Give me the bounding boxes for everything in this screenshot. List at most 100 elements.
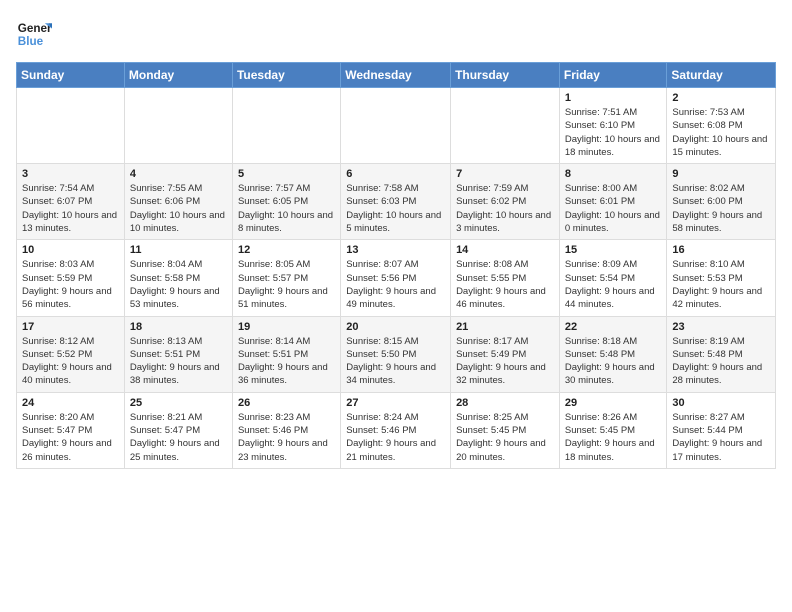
calendar-cell: [341, 88, 451, 164]
calendar-cell: 17 Sunrise: 8:12 AM Sunset: 5:52 PM Dayli…: [17, 316, 125, 392]
day-info: Sunrise: 8:05 AM Sunset: 5:57 PM Dayligh…: [238, 258, 335, 311]
day-info: Sunrise: 8:17 AM Sunset: 5:49 PM Dayligh…: [456, 335, 554, 388]
logo: General Blue: [16, 16, 56, 52]
weekday-header: Saturday: [667, 63, 776, 88]
calendar-cell: 3 Sunrise: 7:54 AM Sunset: 6:07 PM Daylig…: [17, 164, 125, 240]
day-number: 8: [565, 168, 662, 180]
day-info: Sunrise: 8:26 AM Sunset: 5:45 PM Dayligh…: [565, 411, 662, 464]
calendar-cell: 26Sunrise: 8:23 AM Sunset: 5:46 PM Dayli…: [232, 392, 340, 468]
calendar-cell: 9 Sunrise: 8:02 AM Sunset: 6:00 PM Daylig…: [667, 164, 776, 240]
day-number: 1: [565, 92, 662, 104]
day-info: Sunrise: 8:21 AM Sunset: 5:47 PM Dayligh…: [130, 411, 227, 464]
calendar-cell: 10Sunrise: 8:03 AM Sunset: 5:59 PM Dayli…: [17, 240, 125, 316]
day-info: Sunrise: 7:59 AM Sunset: 6:02 PM Dayligh…: [456, 182, 554, 235]
day-number: 25: [130, 397, 227, 409]
day-number: 11: [130, 244, 227, 256]
day-info: Sunrise: 8:04 AM Sunset: 5:58 PM Dayligh…: [130, 258, 227, 311]
weekday-header: Friday: [559, 63, 667, 88]
day-info: Sunrise: 8:19 AM Sunset: 5:48 PM Dayligh…: [672, 335, 770, 388]
day-info: Sunrise: 7:57 AM Sunset: 6:05 PM Dayligh…: [238, 182, 335, 235]
day-number: 5: [238, 168, 335, 180]
calendar-week-row: 1 Sunrise: 7:51 AM Sunset: 6:10 PM Daylig…: [17, 88, 776, 164]
day-number: 23: [672, 321, 770, 333]
calendar-header-row: SundayMondayTuesdayWednesdayThursdayFrid…: [17, 63, 776, 88]
day-info: Sunrise: 8:24 AM Sunset: 5:46 PM Dayligh…: [346, 411, 445, 464]
day-number: 9: [672, 168, 770, 180]
calendar-cell: 23 Sunrise: 8:19 AM Sunset: 5:48 PM Dayli…: [667, 316, 776, 392]
day-number: 12: [238, 244, 335, 256]
day-info: Sunrise: 8:02 AM Sunset: 6:00 PM Dayligh…: [672, 182, 770, 235]
day-number: 29: [565, 397, 662, 409]
day-number: 18: [130, 321, 227, 333]
svg-text:Blue: Blue: [18, 35, 44, 48]
day-number: 16: [672, 244, 770, 256]
weekday-header: Tuesday: [232, 63, 340, 88]
calendar-cell: 20Sunrise: 8:15 AM Sunset: 5:50 PM Dayli…: [341, 316, 451, 392]
day-number: 22: [565, 321, 662, 333]
calendar-cell: 5 Sunrise: 7:57 AM Sunset: 6:05 PM Daylig…: [232, 164, 340, 240]
day-info: Sunrise: 7:58 AM Sunset: 6:03 PM Dayligh…: [346, 182, 445, 235]
day-info: Sunrise: 8:10 AM Sunset: 5:53 PM Dayligh…: [672, 258, 770, 311]
day-number: 21: [456, 321, 554, 333]
calendar-cell: 27 Sunrise: 8:24 AM Sunset: 5:46 PM Dayli…: [341, 392, 451, 468]
day-info: Sunrise: 8:12 AM Sunset: 5:52 PM Dayligh…: [22, 335, 119, 388]
day-number: 7: [456, 168, 554, 180]
day-info: Sunrise: 8:13 AM Sunset: 5:51 PM Dayligh…: [130, 335, 227, 388]
calendar-cell: 25 Sunrise: 8:21 AM Sunset: 5:47 PM Dayli…: [124, 392, 232, 468]
calendar-cell: 11 Sunrise: 8:04 AM Sunset: 5:58 PM Dayli…: [124, 240, 232, 316]
calendar-cell: 1 Sunrise: 7:51 AM Sunset: 6:10 PM Daylig…: [559, 88, 667, 164]
calendar-cell: 6 Sunrise: 7:58 AM Sunset: 6:03 PM Daylig…: [341, 164, 451, 240]
day-number: 14: [456, 244, 554, 256]
day-info: Sunrise: 7:54 AM Sunset: 6:07 PM Dayligh…: [22, 182, 119, 235]
day-number: 2: [672, 92, 770, 104]
calendar-cell: [124, 88, 232, 164]
calendar-cell: 13 Sunrise: 8:07 AM Sunset: 5:56 PM Dayli…: [341, 240, 451, 316]
calendar-cell: 28 Sunrise: 8:25 AM Sunset: 5:45 PM Dayli…: [451, 392, 560, 468]
day-number: 10: [22, 244, 119, 256]
calendar-cell: 4 Sunrise: 7:55 AM Sunset: 6:06 PM Daylig…: [124, 164, 232, 240]
day-info: Sunrise: 7:51 AM Sunset: 6:10 PM Dayligh…: [565, 106, 662, 159]
calendar-week-row: 10Sunrise: 8:03 AM Sunset: 5:59 PM Dayli…: [17, 240, 776, 316]
day-info: Sunrise: 8:09 AM Sunset: 5:54 PM Dayligh…: [565, 258, 662, 311]
calendar-cell: 12 Sunrise: 8:05 AM Sunset: 5:57 PM Dayli…: [232, 240, 340, 316]
calendar-week-row: 3 Sunrise: 7:54 AM Sunset: 6:07 PM Daylig…: [17, 164, 776, 240]
day-info: Sunrise: 8:20 AM Sunset: 5:47 PM Dayligh…: [22, 411, 119, 464]
day-number: 17: [22, 321, 119, 333]
day-info: Sunrise: 8:23 AM Sunset: 5:46 PM Dayligh…: [238, 411, 335, 464]
day-info: Sunrise: 8:14 AM Sunset: 5:51 PM Dayligh…: [238, 335, 335, 388]
calendar-cell: 16 Sunrise: 8:10 AM Sunset: 5:53 PM Dayli…: [667, 240, 776, 316]
calendar-cell: 7 Sunrise: 7:59 AM Sunset: 6:02 PM Daylig…: [451, 164, 560, 240]
day-info: Sunrise: 8:27 AM Sunset: 5:44 PM Dayligh…: [672, 411, 770, 464]
day-info: Sunrise: 7:55 AM Sunset: 6:06 PM Dayligh…: [130, 182, 227, 235]
logo-icon: General Blue: [16, 16, 52, 52]
weekday-header: Thursday: [451, 63, 560, 88]
day-number: 28: [456, 397, 554, 409]
day-info: Sunrise: 8:18 AM Sunset: 5:48 PM Dayligh…: [565, 335, 662, 388]
day-info: Sunrise: 8:25 AM Sunset: 5:45 PM Dayligh…: [456, 411, 554, 464]
calendar-cell: 24 Sunrise: 8:20 AM Sunset: 5:47 PM Dayli…: [17, 392, 125, 468]
calendar-week-row: 17 Sunrise: 8:12 AM Sunset: 5:52 PM Dayli…: [17, 316, 776, 392]
calendar-cell: 14Sunrise: 8:08 AM Sunset: 5:55 PM Dayli…: [451, 240, 560, 316]
calendar-cell: 29 Sunrise: 8:26 AM Sunset: 5:45 PM Dayli…: [559, 392, 667, 468]
day-number: 27: [346, 397, 445, 409]
day-number: 6: [346, 168, 445, 180]
day-info: Sunrise: 7:53 AM Sunset: 6:08 PM Dayligh…: [672, 106, 770, 159]
weekday-header: Wednesday: [341, 63, 451, 88]
calendar-week-row: 24 Sunrise: 8:20 AM Sunset: 5:47 PM Dayli…: [17, 392, 776, 468]
day-number: 4: [130, 168, 227, 180]
calendar-cell: 18 Sunrise: 8:13 AM Sunset: 5:51 PM Dayli…: [124, 316, 232, 392]
calendar-cell: [451, 88, 560, 164]
day-number: 3: [22, 168, 119, 180]
calendar-cell: 2 Sunrise: 7:53 AM Sunset: 6:08 PM Daylig…: [667, 88, 776, 164]
day-number: 20: [346, 321, 445, 333]
page-header: General Blue: [16, 16, 776, 52]
day-number: 13: [346, 244, 445, 256]
calendar-cell: 30 Sunrise: 8:27 AM Sunset: 5:44 PM Dayli…: [667, 392, 776, 468]
day-number: 30: [672, 397, 770, 409]
day-info: Sunrise: 8:07 AM Sunset: 5:56 PM Dayligh…: [346, 258, 445, 311]
day-number: 24: [22, 397, 119, 409]
day-info: Sunrise: 8:00 AM Sunset: 6:01 PM Dayligh…: [565, 182, 662, 235]
calendar-cell: 8 Sunrise: 8:00 AM Sunset: 6:01 PM Daylig…: [559, 164, 667, 240]
day-number: 15: [565, 244, 662, 256]
calendar-cell: 19Sunrise: 8:14 AM Sunset: 5:51 PM Dayli…: [232, 316, 340, 392]
